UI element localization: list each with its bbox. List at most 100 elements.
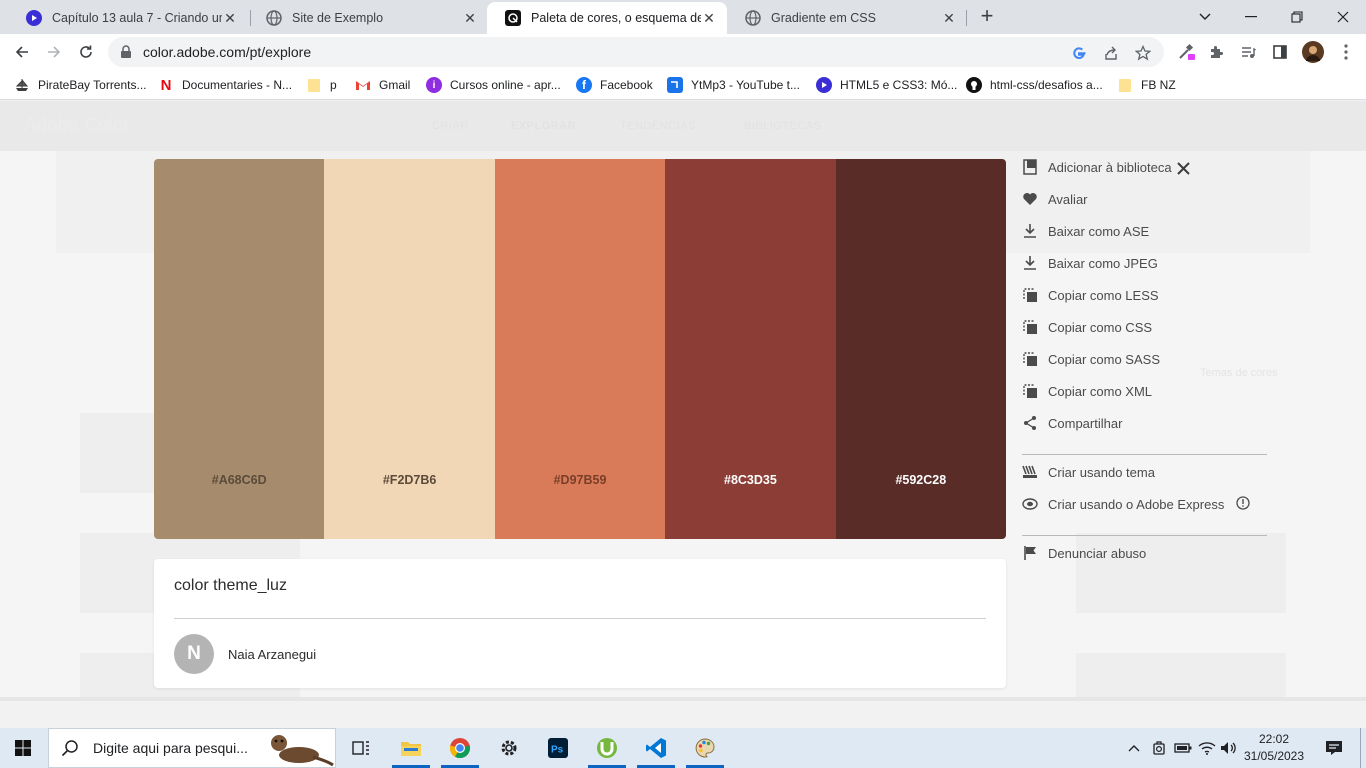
action-report-abuse[interactable]: Denunciar abuso xyxy=(1020,543,1146,563)
action-copy-xml[interactable]: Copiar como XML xyxy=(1020,381,1152,401)
show-desktop-divider[interactable] xyxy=(1360,728,1361,768)
action-copy-css[interactable]: Copiar como CSS xyxy=(1020,317,1152,337)
close-window-icon[interactable] xyxy=(1320,0,1366,34)
address-bar[interactable]: color.adobe.com/pt/explore xyxy=(108,37,1164,67)
bookmark-label: Gmail xyxy=(379,78,411,92)
reload-icon[interactable] xyxy=(72,38,100,66)
utorrent-icon[interactable] xyxy=(584,728,630,768)
action-label: Baixar como JPEG xyxy=(1048,255,1158,271)
action-copy-sass[interactable]: Copiar como SASS xyxy=(1020,349,1160,369)
google-icon[interactable] xyxy=(1070,44,1088,62)
flag-icon xyxy=(1020,543,1040,563)
action-label: Compartilhar xyxy=(1048,415,1123,431)
bookmark-label: HTML5 e CSS3: Mó... xyxy=(840,78,958,92)
action-label: Criar usando tema xyxy=(1048,464,1155,480)
taskbar-clock[interactable]: 22:02 31/05/2023 xyxy=(1240,731,1308,765)
action-download-jpeg[interactable]: Baixar como JPEG xyxy=(1020,253,1158,273)
action-add-to-library[interactable]: Adicionar à biblioteca xyxy=(1020,157,1172,177)
background-site-header: Adobe Color CRIAR EXPLORAR TENDÊNCIAS BI… xyxy=(0,101,1366,151)
tab-close-icon[interactable]: ✕ xyxy=(222,10,238,27)
bookmark-gmail[interactable]: Gmail xyxy=(355,76,410,94)
vscode-icon[interactable] xyxy=(633,728,679,768)
settings-gear-icon[interactable] xyxy=(486,728,532,768)
bookmark-html-css-desafios[interactable]: html-css/desafios a... xyxy=(966,76,1103,94)
color-swatch-5[interactable]: #592C28 xyxy=(835,159,1006,539)
tab-close-icon[interactable]: ✕ xyxy=(941,10,957,27)
bookmark-facebook[interactable]: f Facebook xyxy=(576,76,653,94)
bookmark-label: PirateBay Torrents... xyxy=(38,78,147,92)
bookmark-piratebay[interactable]: PirateBay Torrents... xyxy=(14,76,147,94)
close-modal-icon[interactable] xyxy=(1174,159,1192,177)
globe-icon xyxy=(266,10,282,26)
menu-kebab-icon[interactable] xyxy=(1336,42,1356,62)
bookmark-cursos-online[interactable]: i Cursos online - apr... xyxy=(426,76,561,94)
bookmark-documentaries[interactable]: N Documentaries - N... xyxy=(158,76,292,94)
library-icon xyxy=(1020,157,1040,177)
action-label: Avaliar xyxy=(1048,191,1088,207)
bookmark-fb-nz[interactable]: FB NZ xyxy=(1117,76,1176,94)
action-copy-less[interactable]: Copiar como LESS xyxy=(1020,285,1159,305)
bookmark-ytmp3[interactable]: YtMp3 - YouTube t... xyxy=(667,76,800,94)
volume-icon[interactable] xyxy=(1218,728,1240,768)
show-hidden-icons-chevron-icon[interactable] xyxy=(1124,728,1144,768)
action-share[interactable]: Compartilhar xyxy=(1020,413,1122,433)
share-page-icon[interactable] xyxy=(1102,44,1120,62)
action-create-using-theme[interactable]: Criar usando tema xyxy=(1020,462,1155,482)
tab-gradiente[interactable]: Gradiente em CSS ✕ xyxy=(727,2,967,34)
swatch-hex-label: #8C3D35 xyxy=(724,473,777,487)
eyedropper-extension-icon[interactable] xyxy=(1176,42,1196,62)
action-create-adobe-express[interactable]: Criar usando o Adobe Express xyxy=(1020,494,1250,514)
lock-icon[interactable] xyxy=(120,44,134,60)
action-rate[interactable]: Avaliar xyxy=(1020,189,1088,209)
paint-palette-icon[interactable] xyxy=(682,728,728,768)
windows-start-icon[interactable] xyxy=(0,728,46,768)
action-download-ase[interactable]: Baixar como ASE xyxy=(1020,221,1149,241)
task-view-icon[interactable] xyxy=(338,728,384,768)
minimize-icon[interactable] xyxy=(1228,0,1274,34)
author-avatar[interactable]: N xyxy=(174,634,214,674)
tab-search-icon[interactable] xyxy=(1182,0,1228,34)
tab-close-icon[interactable]: ✕ xyxy=(701,10,717,27)
adobe-express-icon xyxy=(1020,494,1040,514)
info-icon[interactable] xyxy=(1236,495,1250,513)
file-explorer-icon[interactable] xyxy=(388,728,434,768)
media-queue-icon[interactable] xyxy=(1238,42,1258,62)
device-meet-now-icon[interactable] xyxy=(1148,728,1170,768)
back-arrow-icon[interactable] xyxy=(8,38,36,66)
battery-icon[interactable] xyxy=(1172,728,1194,768)
tab-capitulo[interactable]: Capítulo 13 aula 7 - Criando um s ✕ xyxy=(8,2,248,34)
restore-icon[interactable] xyxy=(1274,0,1320,34)
new-tab-button[interactable]: + xyxy=(976,4,998,30)
background-logo: Adobe Color xyxy=(24,115,130,136)
folder-icon xyxy=(306,77,322,93)
globe-icon xyxy=(745,10,761,26)
color-swatch-2[interactable]: #F2D7B6 xyxy=(324,159,495,539)
profile-avatar-icon[interactable] xyxy=(1302,41,1324,63)
forward-arrow-icon[interactable] xyxy=(40,38,68,66)
facebook-icon: f xyxy=(576,77,592,93)
author-name[interactable]: Naia Arzanegui xyxy=(228,647,316,662)
chrome-icon[interactable] xyxy=(437,728,483,768)
bookmark-star-icon[interactable] xyxy=(1134,44,1152,62)
side-panel-icon[interactable] xyxy=(1270,42,1290,62)
theme-name: color theme_luz xyxy=(174,577,287,594)
tab-site-exemplo[interactable]: Site de Exemplo ✕ xyxy=(248,2,488,34)
download-icon xyxy=(1020,221,1040,241)
clock-time: 22:02 xyxy=(1258,732,1290,746)
folder-icon xyxy=(1117,77,1133,93)
photoshop-icon[interactable]: Ps xyxy=(535,728,581,768)
bookmark-html5-css3[interactable]: HTML5 e CSS3: Mó... xyxy=(816,76,957,94)
tab-close-icon[interactable]: ✕ xyxy=(462,10,478,27)
svg-text:Ps: Ps xyxy=(551,745,564,756)
taskbar-search-box[interactable]: Digite aqui para pesqui... xyxy=(48,728,336,768)
bookmark-label: FB NZ xyxy=(1141,78,1176,92)
extensions-puzzle-icon[interactable] xyxy=(1206,42,1226,62)
color-swatch-1[interactable]: #A68C6D xyxy=(154,159,325,539)
tab-paleta-de-cores[interactable]: Paleta de cores, o esquema de co ✕ xyxy=(487,2,727,34)
wifi-icon[interactable] xyxy=(1196,728,1218,768)
cursos-online-icon: i xyxy=(426,77,442,93)
color-swatch-3[interactable]: #D97B59 xyxy=(494,159,666,539)
bookmark-p[interactable]: p xyxy=(306,76,337,94)
color-swatch-4[interactable]: #8C3D35 xyxy=(665,159,836,539)
notifications-icon[interactable] xyxy=(1320,728,1348,768)
